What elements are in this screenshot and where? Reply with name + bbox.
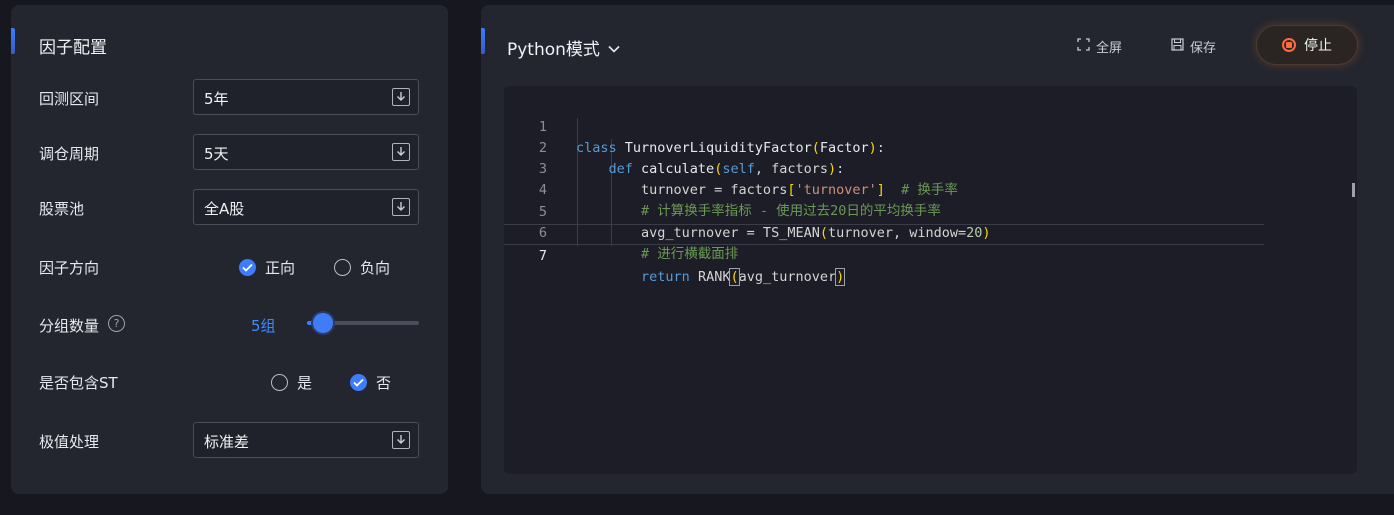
- direction-negative-radio[interactable]: 负向: [334, 257, 390, 278]
- code-text: return RANK(avg_turnover): [641, 268, 846, 286]
- code-line: 5 avg_turnover = TS_MEAN(turnover, windo…: [504, 181, 1264, 241]
- scrollbar-marker[interactable]: [1352, 183, 1355, 197]
- chevron-down-icon: [392, 198, 410, 216]
- code-line: 2 def calculate(self, factors):: [504, 117, 1264, 177]
- stop-icon: [1282, 38, 1296, 52]
- code-line: 1 class TurnoverLiquidityFactor(Factor):: [504, 96, 1264, 156]
- code-line: 4 # 计算换手率指标 - 使用过去20日的平均换手率: [504, 159, 1264, 219]
- outlier-label: 极值处理: [39, 433, 100, 451]
- slider-thumb[interactable]: [313, 313, 333, 333]
- panel-title: 因子配置: [39, 38, 107, 58]
- factor-config-panel: 因子配置 回测区间 5年 调仓周期 5天 股票池 全A股 因子方向 正向 负向 …: [11, 5, 448, 494]
- include-st-yes-radio[interactable]: 是: [271, 372, 312, 393]
- include-st-label: 是否包含ST: [39, 374, 118, 392]
- chevron-down-icon: [392, 143, 410, 161]
- title-accent-bar: [11, 28, 15, 54]
- code-line-current: 7 return RANK(avg_turnover): [504, 224, 1264, 286]
- group-count-value: 5组: [251, 317, 276, 335]
- code-text: # 进行横截面排: [641, 246, 739, 262]
- stock-pool-label: 股票池: [39, 200, 85, 218]
- include-st-no-radio[interactable]: 否: [350, 372, 391, 393]
- stock-pool-select[interactable]: 全A股: [193, 189, 419, 225]
- rebalance-period-value: 5天: [204, 145, 229, 163]
- direction-positive-radio[interactable]: 正向: [239, 257, 295, 278]
- checked-radio-icon: [350, 374, 367, 391]
- mode-label: Python模式: [507, 40, 600, 60]
- outlier-value: 标准差: [204, 433, 250, 451]
- fullscreen-icon: [1077, 38, 1090, 55]
- backtest-range-select[interactable]: 5年: [193, 79, 419, 115]
- save-icon: [1171, 38, 1184, 55]
- chevron-down-icon: [608, 38, 620, 58]
- backtest-range-label: 回测区间: [39, 90, 100, 108]
- stop-label: 停止: [1304, 38, 1332, 54]
- stop-button[interactable]: 停止: [1256, 25, 1358, 65]
- group-count-label: 分组数量: [39, 317, 100, 335]
- rebalance-period-select[interactable]: 5天: [193, 134, 419, 170]
- checked-radio-icon: [239, 259, 256, 276]
- direction-negative-label: 负向: [360, 259, 391, 277]
- help-icon[interactable]: ?: [108, 315, 125, 332]
- group-count-slider[interactable]: [307, 313, 419, 333]
- radio-icon: [334, 259, 351, 276]
- chevron-down-icon: [392, 431, 410, 449]
- code-editor-panel: Python模式 全屏 保存 停止 1 class TurnoverLiquid…: [481, 5, 1394, 494]
- line-number: 7: [538, 248, 547, 264]
- include-st-yes-label: 是: [297, 374, 313, 392]
- backtest-range-value: 5年: [204, 90, 229, 108]
- direction-positive-label: 正向: [265, 259, 296, 277]
- outlier-select[interactable]: 标准差: [193, 422, 419, 458]
- rebalance-period-label: 调仓周期: [39, 145, 100, 163]
- code-editor[interactable]: 1 class TurnoverLiquidityFactor(Factor):…: [504, 86, 1357, 474]
- include-st-no-label: 否: [376, 374, 392, 392]
- save-button[interactable]: 保存: [1171, 37, 1216, 56]
- chevron-down-icon: [392, 88, 410, 106]
- fullscreen-button[interactable]: 全屏: [1077, 37, 1122, 56]
- stock-pool-value: 全A股: [204, 200, 245, 218]
- mode-dropdown[interactable]: Python模式: [507, 35, 620, 60]
- code-line: 6 # 进行横截面排: [504, 202, 1264, 262]
- radio-icon: [271, 374, 288, 391]
- title-accent-bar: [481, 28, 485, 54]
- factor-direction-label: 因子方向: [39, 259, 100, 277]
- code-line: 3 turnover = factors['turnover'] # 换手率: [504, 138, 1264, 198]
- save-label: 保存: [1190, 41, 1217, 56]
- fullscreen-label: 全屏: [1096, 41, 1123, 56]
